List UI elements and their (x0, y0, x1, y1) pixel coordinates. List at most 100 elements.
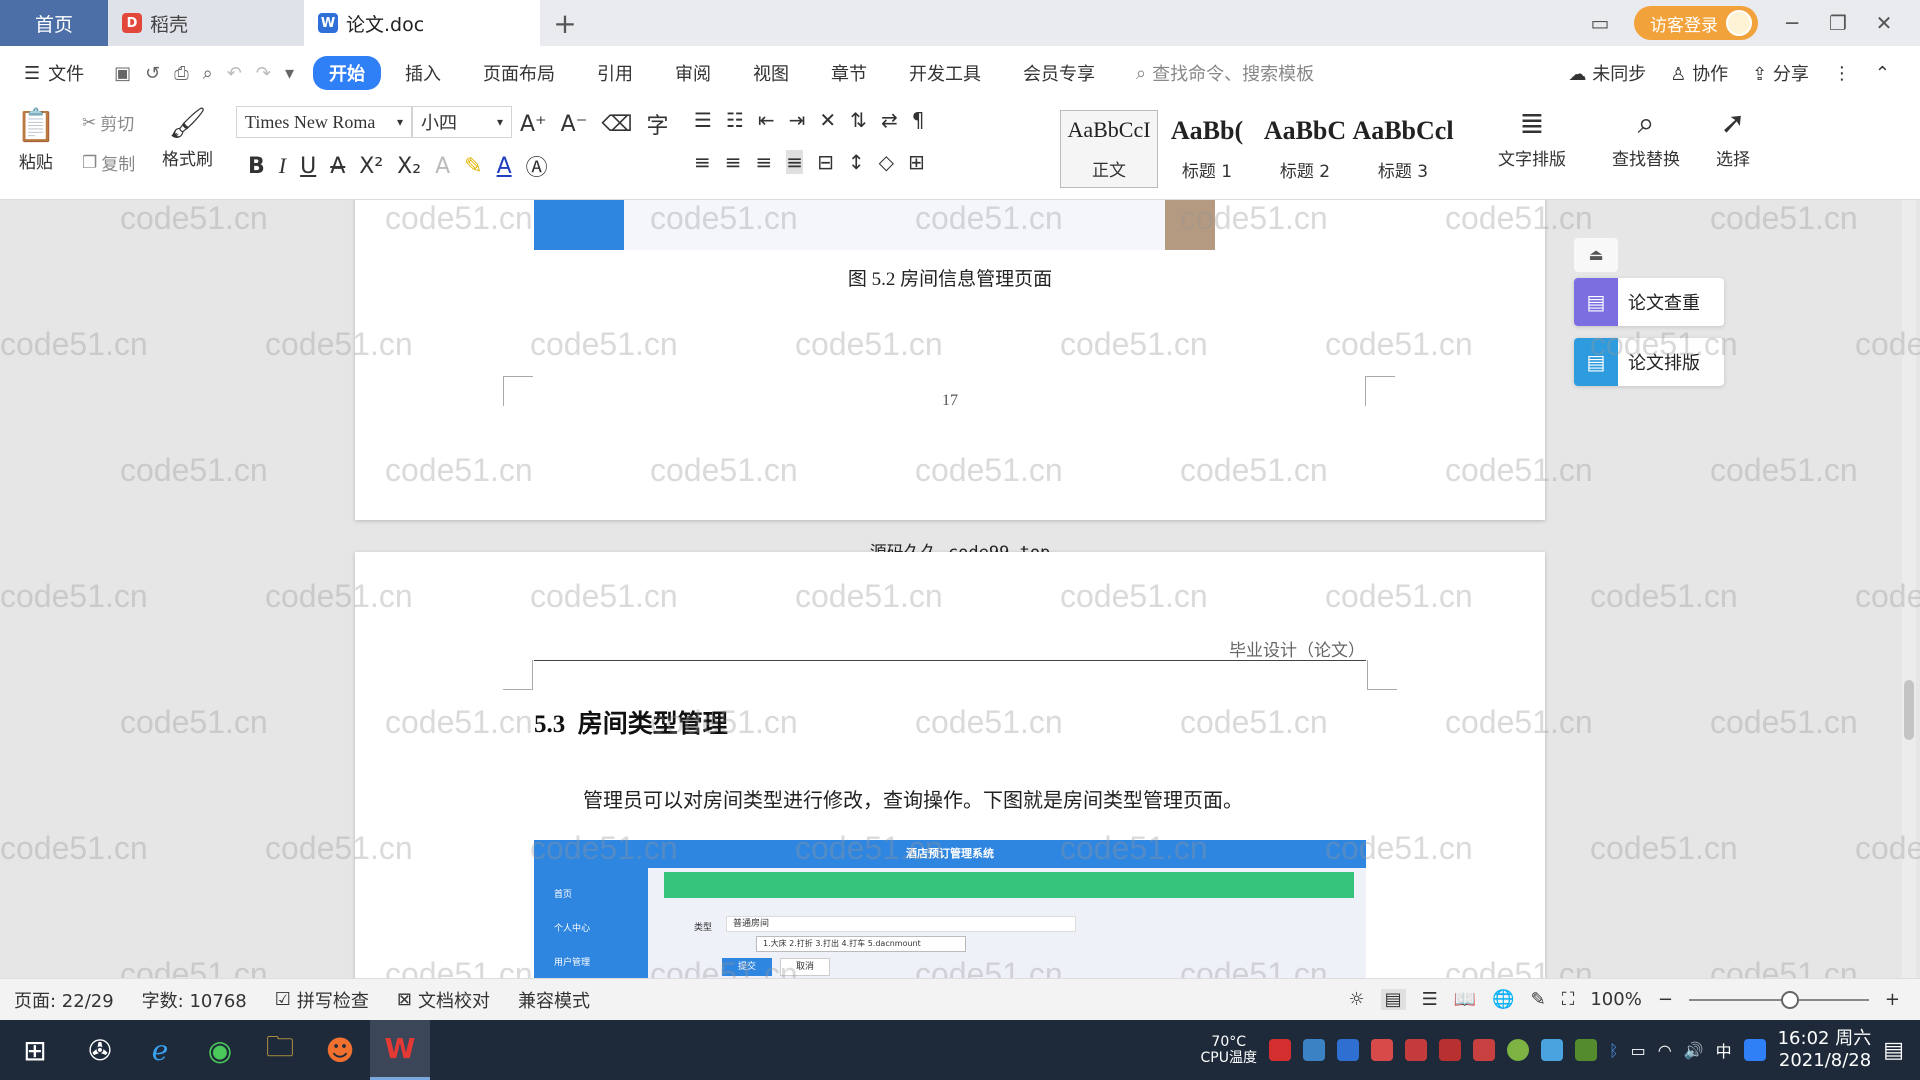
paste-button[interactable]: 📋 粘贴 (16, 106, 56, 173)
outline-view-icon[interactable]: ☰ (1422, 989, 1438, 1010)
proofread-button[interactable]: ⊠ 文档校对 (383, 987, 504, 1013)
tab-daoke[interactable]: D 稻壳 (108, 0, 304, 46)
tab-home[interactable]: 首页 (0, 0, 108, 46)
battery-icon[interactable]: ▭ (1631, 1041, 1646, 1060)
align-right-icon[interactable]: ≡ (756, 150, 773, 174)
command-search[interactable]: ⌕ 查找命令、搜索模板 (1136, 60, 1314, 86)
numbered-list-icon[interactable]: ☷ (726, 108, 744, 132)
print-icon[interactable]: ⎙ (174, 63, 188, 84)
grow-font-icon[interactable]: A⁺ (520, 112, 547, 137)
chinese-layout-icon[interactable]: ✕ (819, 108, 836, 132)
shading-icon[interactable]: ◇ (879, 150, 894, 174)
thesis-layout-button[interactable]: ▤ 论文排版 (1574, 338, 1724, 386)
font-size-select[interactable]: 小四 ▾ (412, 106, 512, 138)
file-menu[interactable]: ☰ 文件 (0, 60, 98, 86)
align-center-icon[interactable]: ≡ (725, 150, 742, 174)
thesis-check-button[interactable]: ▤ 论文查重 (1574, 278, 1724, 326)
word-count[interactable]: 字数: 10768 (128, 987, 261, 1013)
menu-tab[interactable]: 开始 (312, 56, 381, 90)
fit-page-icon[interactable]: ⛶ (1562, 989, 1575, 1010)
subscript-icon[interactable]: X₂ (397, 154, 421, 179)
collapse-ribbon-icon[interactable]: ⌃ (1875, 63, 1890, 84)
cpu-temp[interactable]: 70°C CPU温度 (1200, 1034, 1256, 1066)
menu-tab[interactable]: 会员专享 (1005, 56, 1113, 90)
restore-icon[interactable]: ❐ (1826, 11, 1850, 35)
guest-login-button[interactable]: 访客登录 (1634, 6, 1758, 40)
text-layout-button[interactable]: ≣ 文字排版 (1498, 106, 1566, 170)
fan-app-icon[interactable]: ✇ (70, 1020, 130, 1080)
style-option[interactable]: AaBbC 标题 2 (1256, 110, 1354, 188)
windows-start-icon[interactable]: ⊞ (0, 1020, 70, 1080)
clock[interactable]: 16:02 周六 2021/8/28 (1778, 1028, 1872, 1072)
close-icon[interactable]: ✕ (1872, 11, 1896, 35)
font-color-icon[interactable]: A (497, 154, 512, 179)
sync-status[interactable]: ☁ 未同步 (1568, 60, 1646, 86)
ie-browser-icon[interactable]: ℯ (130, 1020, 190, 1080)
phonetic-guide-icon[interactable]: 字 (646, 108, 668, 140)
tray-app-icon[interactable] (1370, 1039, 1393, 1061)
file-explorer-icon[interactable]: 🗀 (250, 1020, 310, 1080)
strikethrough-icon[interactable]: A (330, 154, 345, 179)
tray-app-icon[interactable] (1743, 1039, 1766, 1061)
text-effect-icon[interactable]: A (435, 154, 450, 179)
copy-button[interactable]: ❐ 复制 (82, 150, 135, 176)
tray-app-icon[interactable] (1506, 1039, 1529, 1061)
web-view-icon[interactable]: 🌐 (1492, 989, 1514, 1010)
notification-icon[interactable]: ▤ (1883, 1038, 1904, 1063)
highlight-icon[interactable]: ✎ (464, 154, 482, 179)
tray-app-icon[interactable] (1268, 1039, 1291, 1061)
ime-indicator[interactable]: 中 (1716, 1038, 1732, 1062)
browser-360-icon[interactable]: ◉ (190, 1020, 250, 1080)
distributed-icon[interactable]: ⊟ (817, 150, 834, 174)
nvidia-icon[interactable] (1574, 1039, 1597, 1061)
decrease-indent-icon[interactable]: ⇤ (758, 108, 775, 132)
menu-tab[interactable]: 插入 (387, 56, 459, 90)
char-border-icon[interactable]: Ⓐ (526, 150, 548, 182)
bluetooth-icon[interactable]: ᛒ (1609, 1041, 1619, 1060)
wps-app-icon[interactable]: W (370, 1020, 430, 1080)
line-spacing-icon[interactable]: ↕ (848, 150, 865, 174)
cut-button[interactable]: ✂ 剪切 (82, 110, 134, 136)
shrink-font-icon[interactable]: A⁻ (561, 112, 588, 137)
scrollbar-thumb[interactable] (1904, 680, 1914, 740)
increase-indent-icon[interactable]: ⇥ (789, 108, 806, 132)
spell-check-button[interactable]: ☑ 拼写检查 (261, 987, 383, 1013)
zoom-slider-thumb[interactable] (1780, 990, 1799, 1009)
zoom-in-icon[interactable]: + (1885, 989, 1900, 1010)
collaborate-button[interactable]: ♙ 协作 (1670, 60, 1728, 86)
quick-access-more-icon[interactable]: ▾ (285, 63, 294, 84)
format-painter-button[interactable]: 🖌 格式刷 (162, 106, 213, 170)
print-preview-icon[interactable]: ⌕ (203, 63, 213, 84)
save-icon[interactable]: ▣ (114, 63, 131, 84)
borders-icon[interactable]: ⊞ (908, 150, 925, 174)
underline-icon[interactable]: U (300, 154, 316, 179)
justify-icon[interactable]: ≡ (786, 150, 804, 174)
volume-icon[interactable]: 🔊 (1684, 1041, 1704, 1060)
style-option[interactable]: AaBbCcI 正文 (1060, 110, 1158, 188)
tray-app-icon[interactable] (1302, 1039, 1325, 1061)
select-button[interactable]: ➚ 选择 (1716, 106, 1750, 170)
find-replace-button[interactable]: ⌕ 查找替换 (1612, 106, 1680, 170)
tray-app-icon[interactable] (1540, 1039, 1563, 1061)
menu-tab[interactable]: 引用 (579, 56, 651, 90)
zoom-out-icon[interactable]: − (1658, 989, 1673, 1010)
zoom-slider[interactable] (1688, 990, 1869, 1009)
minimize-icon[interactable]: ─ (1780, 11, 1804, 35)
undo-icon[interactable]: ↶ (227, 63, 242, 84)
zoom-level[interactable]: 100% (1590, 989, 1641, 1010)
tray-app-icon[interactable] (1472, 1039, 1495, 1061)
vertical-scrollbar[interactable] (1902, 200, 1916, 978)
redo-icon[interactable]: ↷ (256, 63, 271, 84)
align-left-icon[interactable]: ≡ (694, 150, 711, 174)
game-app-icon[interactable]: ☻ (310, 1020, 370, 1080)
shield-icon[interactable] (1336, 1039, 1359, 1061)
menu-tab[interactable]: 开发工具 (891, 56, 999, 90)
sort-icon[interactable]: ⇅ (850, 108, 867, 132)
bold-icon[interactable]: B (248, 154, 265, 179)
italic-icon[interactable]: I (279, 153, 286, 179)
menu-tab[interactable]: 页面布局 (465, 56, 573, 90)
menu-tab[interactable]: 视图 (735, 56, 807, 90)
tray-app-icon[interactable] (1438, 1039, 1461, 1061)
share-button[interactable]: ⇪ 分享 (1752, 60, 1809, 86)
history-icon[interactable]: ↺ (145, 63, 160, 84)
